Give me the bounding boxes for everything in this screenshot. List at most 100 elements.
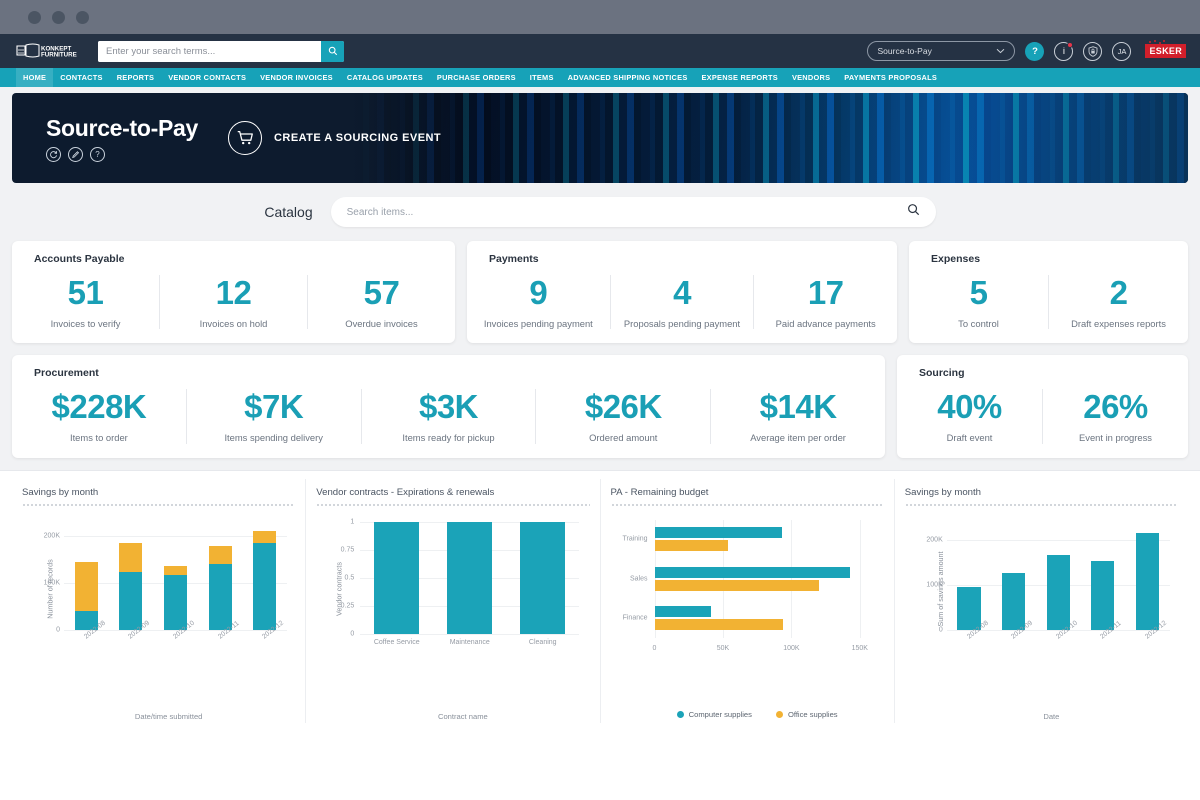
- main-navigation: HOME CONTACTS REPORTS VENDOR CONTACTS VE…: [0, 68, 1200, 87]
- chart-bar[interactable]: [208, 546, 232, 565]
- chart-bar[interactable]: [654, 619, 784, 631]
- chart-bar[interactable]: [1135, 532, 1160, 630]
- chart-bar[interactable]: [654, 579, 819, 591]
- kpi-label: Draft event: [946, 432, 993, 443]
- catalog-bar: Catalog: [0, 183, 1200, 241]
- svg-text:FURNITURE: FURNITURE: [41, 52, 77, 59]
- nav-item-advanced-shipping-notices[interactable]: ADVANCED SHIPPING NOTICES: [561, 73, 695, 82]
- kpi-to-control[interactable]: 5 To control: [909, 275, 1048, 329]
- catalog-search-icon[interactable]: [907, 203, 920, 221]
- kpi-label: Items spending delivery: [224, 432, 323, 443]
- chart-bar[interactable]: [654, 566, 851, 578]
- module-selector-value: Source-to-Pay: [877, 46, 932, 56]
- kpi-overdue-invoices[interactable]: 57 Overdue invoices: [307, 275, 455, 330]
- create-sourcing-event-label: CREATE A SOURCING EVENT: [274, 132, 442, 144]
- user-avatar[interactable]: JA: [1112, 41, 1132, 61]
- global-search-button[interactable]: [321, 40, 344, 62]
- chart-y-axis-title: Vendor contracts: [334, 561, 344, 616]
- kpi-value: $7K: [244, 388, 304, 426]
- chart-plot-area[interactable]: 0 0.25 0.5 0.75 1 Vendor contracts Coffee Serv…: [316, 514, 589, 664]
- kpi-invoices-to-verify[interactable]: 51 Invoices to verify: [12, 275, 159, 329]
- card-accounts-payable: Accounts Payable 51 Invoices to verify 1…: [12, 241, 455, 344]
- chart-bar[interactable]: [374, 521, 420, 634]
- kpi-paid-advance-payments[interactable]: 17 Paid advance payments: [753, 275, 897, 330]
- chart-x-tick: 150K: [851, 644, 868, 652]
- chart-plot-area[interactable]: 0 50K 100K 150K Training Sales Finance: [611, 514, 884, 664]
- chart-bar[interactable]: [654, 527, 782, 539]
- kpi-average-item-per-order[interactable]: $14K Average item per order: [710, 389, 885, 444]
- nav-item-vendor-invoices[interactable]: VENDOR INVOICES: [253, 73, 340, 82]
- chart-bar[interactable]: [957, 586, 981, 630]
- window-maximize-dot[interactable]: [76, 10, 89, 24]
- refresh-icon[interactable]: [46, 146, 61, 162]
- nav-item-home[interactable]: HOME: [16, 68, 54, 87]
- chart-bar[interactable]: [253, 531, 277, 543]
- chart-title: Savings by month: [22, 486, 99, 498]
- chart-bar[interactable]: [119, 543, 143, 573]
- kpi-proposals-pending-payment[interactable]: 4 Proposals pending payment: [609, 275, 754, 330]
- chart-x-tick: 50K: [716, 644, 730, 652]
- kpi-ordered-amount[interactable]: $26K Ordered amount: [535, 389, 710, 444]
- nav-item-reports[interactable]: REPORTS: [110, 73, 161, 82]
- kpi-items-to-order[interactable]: $228K Items to order: [12, 389, 186, 443]
- page-title: Source-to-Pay: [46, 114, 199, 141]
- chart-legend: Computer supplies Office supplies: [611, 710, 904, 719]
- kpi-draft-event[interactable]: 40% Draft event: [897, 389, 1042, 443]
- chart-title: Savings by month: [904, 486, 982, 498]
- browser-chrome: [0, 0, 1200, 34]
- nav-item-contacts[interactable]: CONTACTS: [53, 73, 110, 82]
- kpi-event-in-progress[interactable]: 26% Event in progress: [1042, 389, 1188, 444]
- chart-bar[interactable]: [208, 564, 232, 630]
- chart-bar[interactable]: [1002, 572, 1026, 630]
- nav-item-payments-proposals[interactable]: PAYMENTS PROPOSALS: [837, 73, 944, 82]
- nav-item-purchase-orders[interactable]: PURCHASE ORDERS: [430, 73, 523, 82]
- chart-bar[interactable]: [253, 542, 277, 630]
- chart-bar[interactable]: [520, 521, 566, 634]
- nav-item-expense-reports[interactable]: EXPENSE REPORTS: [695, 73, 785, 82]
- help-icon[interactable]: ?: [90, 146, 105, 162]
- chart-bar[interactable]: [654, 606, 711, 618]
- chart-bar[interactable]: [1091, 560, 1115, 630]
- avatar-initials: JA: [1117, 46, 1127, 56]
- nav-item-vendor-contacts[interactable]: VENDOR CONTACTS: [161, 73, 253, 82]
- chart-bar[interactable]: [447, 521, 493, 634]
- nav-item-catalog-updates[interactable]: CATALOG UPDATES: [340, 73, 430, 82]
- konkept-furniture-logo[interactable]: KONKEPT FURNITURE: [14, 41, 84, 61]
- kpi-invoices-on-hold[interactable]: 12 Invoices on hold: [159, 274, 307, 330]
- chart-bar[interactable]: [163, 574, 188, 630]
- kpi-items-ready-for-pickup[interactable]: $3K Items ready for pickup: [360, 389, 536, 444]
- window-minimize-dot[interactable]: [52, 10, 65, 24]
- info-button[interactable]: i: [1054, 41, 1074, 61]
- kpi-items-spending-delivery[interactable]: $7K Items spending delivery: [185, 388, 361, 444]
- kpi-invoices-pending-payment[interactable]: 9 Invoices pending payment: [467, 275, 610, 329]
- chart-bar[interactable]: [1046, 555, 1070, 630]
- chart-pa-remaining-budget: PA - Remaining budget 0 50K 100K 150K Traini…: [599, 478, 894, 723]
- security-button[interactable]: [1083, 41, 1103, 61]
- window-close-dot[interactable]: [28, 10, 41, 24]
- chart-plot-area[interactable]: 0 100K 200K Sum of savings amount 2022-08 202…: [905, 514, 1178, 664]
- kpi-label: Paid advance payments: [775, 317, 876, 329]
- kpi-value: $228K: [51, 388, 147, 426]
- kpi-label: Overdue invoices: [345, 317, 418, 329]
- chart-bar[interactable]: [119, 572, 143, 630]
- kpi-draft-expenses-reports[interactable]: 2 Draft expenses reports: [1048, 275, 1188, 330]
- module-selector[interactable]: Source-to-Pay: [867, 41, 1016, 61]
- catalog-search[interactable]: [330, 197, 936, 227]
- nav-item-vendors[interactable]: VENDORS: [785, 73, 837, 82]
- global-search[interactable]: [98, 40, 344, 62]
- kpi-value: 40%: [937, 388, 1002, 426]
- create-sourcing-event-button[interactable]: CREATE A SOURCING EVENT: [228, 121, 441, 155]
- chart-bar[interactable]: [654, 540, 729, 552]
- kpi-value: 5: [969, 274, 988, 311]
- chart-bar[interactable]: [74, 561, 98, 611]
- chart-savings-by-month-stacked: Savings by month 0 100K 200K Number of reco…: [12, 479, 305, 723]
- info-icon: i: [1062, 45, 1066, 57]
- kpi-value: 12: [215, 274, 252, 311]
- nav-item-items[interactable]: ITEMS: [523, 73, 561, 82]
- catalog-search-input[interactable]: [346, 206, 907, 218]
- chart-plot-area[interactable]: 0 100K 200K Number of records 2022-08 2022-09…: [22, 514, 295, 664]
- edit-icon[interactable]: [68, 146, 83, 162]
- help-button[interactable]: ?: [1025, 41, 1045, 61]
- global-search-input[interactable]: [98, 40, 321, 62]
- chart-bar[interactable]: [163, 566, 188, 575]
